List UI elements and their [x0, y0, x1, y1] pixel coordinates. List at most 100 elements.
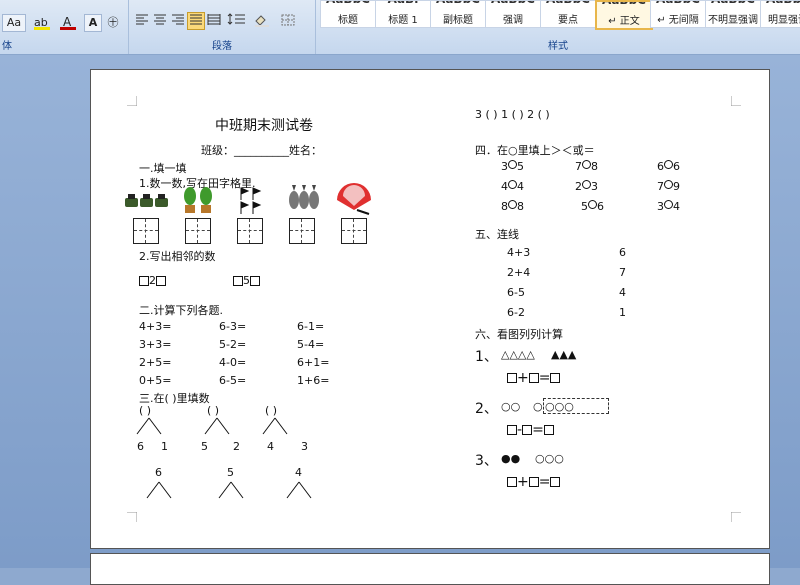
justify-icon[interactable] [187, 12, 205, 30]
tree-leaf-number: 6 [137, 440, 144, 453]
align-right-icon[interactable] [169, 12, 187, 30]
pic-calc-1-shapes-a: △△△△ [501, 348, 535, 361]
char-shading-icon[interactable]: A [84, 14, 102, 32]
style-item[interactable]: AaBbC 标题 [320, 0, 376, 28]
calc-problem: 6+1= [297, 356, 330, 369]
style-preview: AaBbC [706, 1, 760, 5]
blank-box[interactable] [507, 373, 517, 383]
align-center-icon[interactable] [151, 12, 169, 30]
blank-box[interactable] [543, 425, 554, 435]
compare-circle[interactable] [664, 200, 673, 209]
style-preview: AaBbC [321, 1, 375, 5]
highlight-icon[interactable]: ab [30, 14, 54, 32]
style-item[interactable]: AaBbC 不明显强调 [705, 0, 761, 28]
calc-problem: 3+3= [139, 338, 172, 351]
compare-circle[interactable] [508, 160, 517, 169]
style-label: ↵ 正文 [608, 16, 640, 27]
number-tree-branches-bottom [146, 481, 312, 499]
answer-box-fans[interactable] [341, 218, 367, 244]
section5-heading: 五、连线 [475, 228, 519, 241]
compare-circle[interactable] [582, 180, 591, 189]
style-label: 标题 [338, 15, 358, 26]
calc-problem: 5-4= [297, 338, 325, 351]
tree-leaf-number: 4 [267, 440, 274, 453]
answer-box-plants[interactable] [185, 218, 211, 244]
answer-box-flags[interactable] [237, 218, 263, 244]
paragraph-group-label: 段落 [212, 41, 232, 52]
blank-box[interactable] [250, 276, 260, 286]
section6-heading: 六、看图列列计算 [475, 328, 563, 341]
style-item[interactable]: AaBbC 副标题 [430, 0, 486, 28]
corner-mark-br [731, 512, 741, 522]
style-item[interactable]: AaBbC ↵ 正文 [595, 0, 653, 30]
style-label: 副标题 [443, 15, 473, 26]
style-item[interactable]: AaBbC ↵ 无间隔 [650, 0, 706, 28]
calc-problem: 6-1= [297, 320, 325, 333]
enclose-char-icon[interactable]: ㊉ [104, 14, 122, 32]
answer-box-pineapples[interactable] [289, 218, 315, 244]
compare-item: 34 [657, 200, 680, 213]
distribute-icon[interactable] [205, 12, 223, 30]
compare-item: 44 [501, 180, 524, 193]
answer-box-tanks[interactable] [133, 218, 159, 244]
style-label: 标题 1 [388, 15, 418, 26]
blank-box[interactable] [507, 477, 517, 487]
style-preview: AaBbC [761, 1, 800, 5]
link-left-item[interactable]: 6-2 [507, 306, 525, 319]
line-spacing-icon[interactable] [225, 12, 249, 30]
style-item[interactable]: AaBbC 要点 [540, 0, 596, 28]
link-right-item[interactable]: 6 [619, 246, 626, 259]
tree-root-number: 6 [155, 466, 162, 479]
compare-item: 23 [575, 180, 598, 193]
styles-group: AaBbC标题AaBl标题 1AaBbC副标题AaBbC强调AaBbC要点AaB… [316, 0, 800, 54]
style-item[interactable]: AaBbC 明显强调 [760, 0, 800, 28]
link-left-item[interactable]: 4+3 [507, 246, 530, 259]
font-size-button[interactable]: Aa [2, 14, 26, 32]
adjacent-number-1: 2 [139, 274, 166, 287]
pic-calc-2-shapes-a: ○○ [501, 400, 521, 413]
calc-problem: 4-0= [219, 356, 247, 369]
tree-leaf-number: 1 [161, 440, 168, 453]
tree-leaf-number: 2 [233, 440, 240, 453]
link-right-item[interactable]: 1 [619, 306, 626, 319]
link-right-item[interactable]: 4 [619, 286, 626, 299]
blank-box[interactable] [139, 276, 149, 286]
paragraph-group: 段落 [129, 0, 316, 54]
link-left-item[interactable]: 2+4 [507, 266, 530, 279]
shading-icon[interactable] [251, 12, 275, 30]
blank-box[interactable] [507, 425, 517, 435]
compare-circle[interactable] [664, 160, 673, 169]
align-left-icon[interactable] [133, 12, 151, 30]
compare-circle[interactable] [664, 180, 673, 189]
blank-box[interactable] [550, 373, 561, 383]
ribbon: Aa ab A A ㊉ 体 段落 AaBbC 标题 AaBl 标题 1 AaBbC 副标题 [0, 0, 800, 55]
pic-calc-1-num: 1、 [475, 349, 498, 365]
compare-circle[interactable] [508, 200, 517, 209]
pic-calc-2-num: 2、 [475, 401, 498, 417]
next-page[interactable] [90, 553, 770, 585]
style-label: 要点 [558, 15, 578, 26]
compare-item: 56 [581, 200, 604, 213]
compare-circle[interactable] [588, 200, 597, 209]
blank-box[interactable] [528, 373, 539, 383]
compare-circle[interactable] [582, 160, 591, 169]
number-tree-branches-top [136, 417, 288, 435]
blank-box[interactable] [550, 477, 561, 487]
font-group: Aa ab A A ㊉ 体 [0, 0, 129, 54]
compare-circle[interactable] [508, 180, 517, 189]
compare-item: 66 [657, 160, 680, 173]
style-preview: AaBl [376, 1, 430, 5]
borders-icon[interactable] [277, 12, 301, 30]
document-page[interactable]: 中班期末测试卷 班级：__________姓名： 一.填一填 1.数一数,写在田… [90, 69, 770, 549]
link-left-item[interactable]: 6-5 [507, 286, 525, 299]
font-color-icon[interactable]: A [56, 14, 80, 32]
blank-box[interactable] [528, 477, 539, 487]
style-item[interactable]: AaBbC 强调 [485, 0, 541, 28]
pic-calc-2-shapes-c: ○○○ [545, 400, 574, 413]
font-group-label: 体 [2, 41, 12, 52]
blank-box[interactable] [233, 276, 243, 286]
blank-box[interactable] [156, 276, 166, 286]
style-item[interactable]: AaBl 标题 1 [375, 0, 431, 28]
blank-box[interactable] [522, 425, 533, 435]
link-right-item[interactable]: 7 [619, 266, 626, 279]
